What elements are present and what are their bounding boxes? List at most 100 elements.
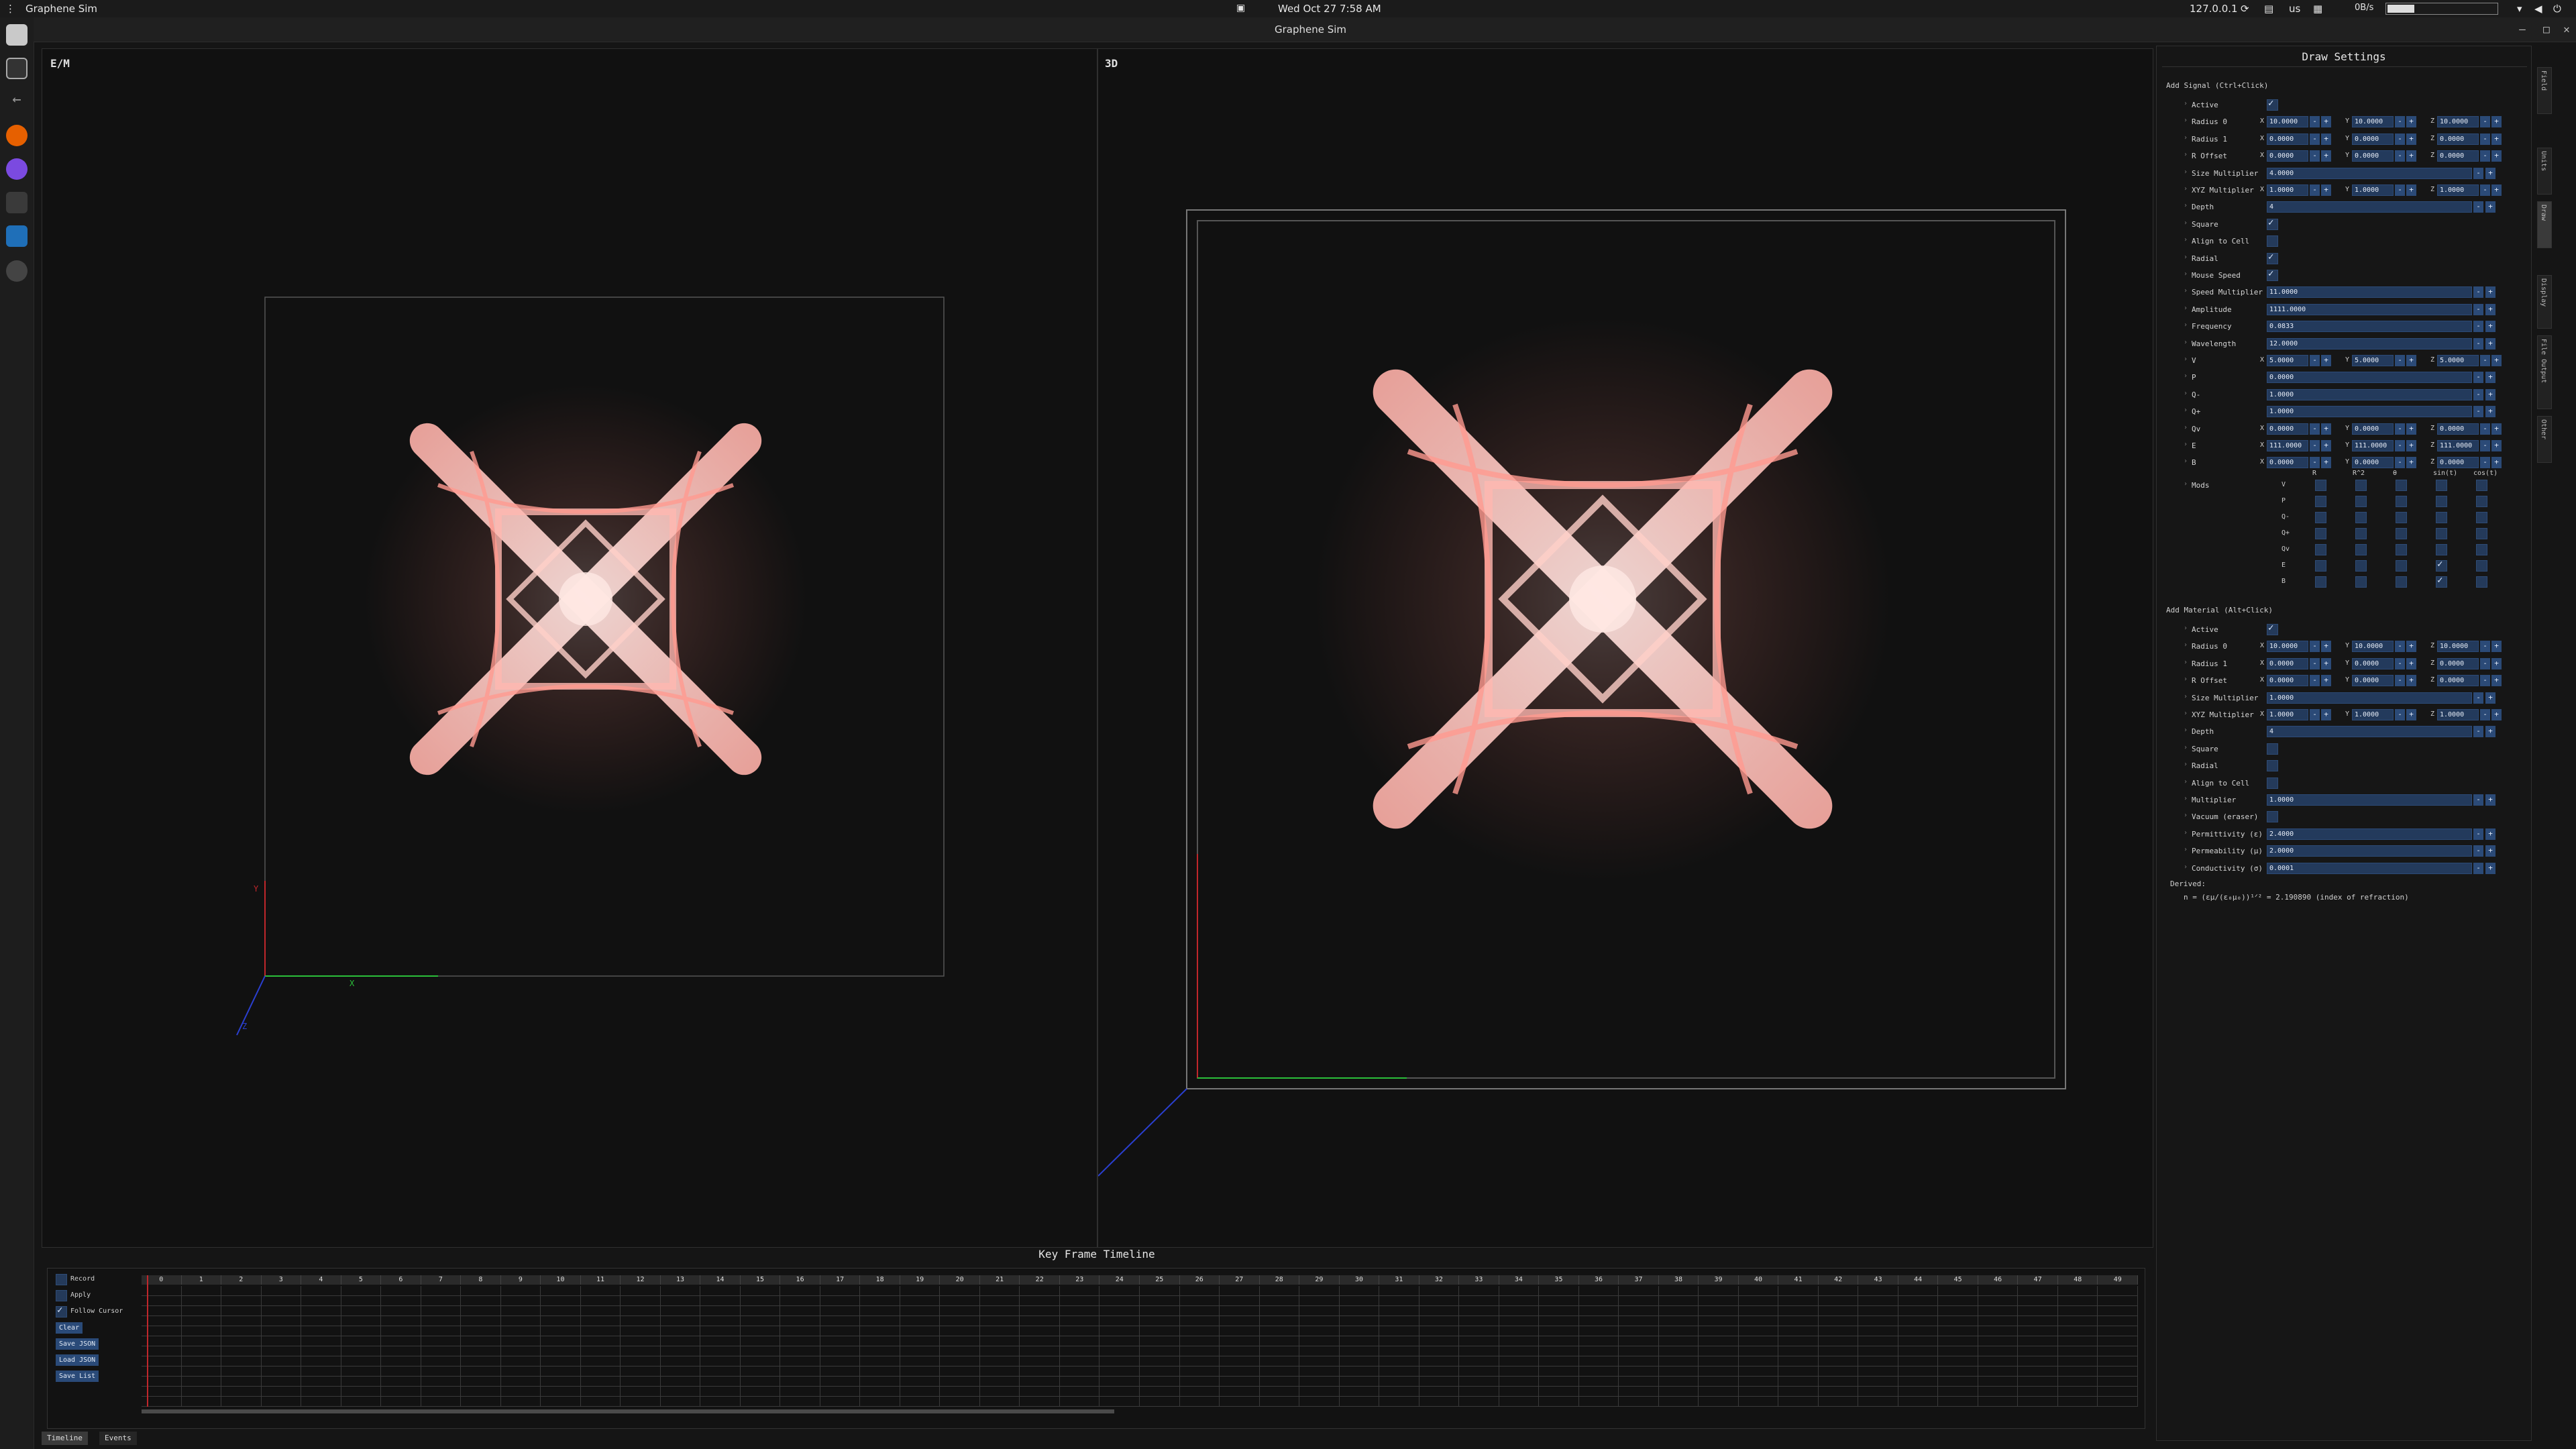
material-roffset-x-input[interactable]: 0.0000 [2267,675,2308,687]
mods-checkbox[interactable] [2436,479,2447,491]
signal-e-expand-icon[interactable]: › [2184,441,2188,448]
mods-checkbox[interactable] [2355,527,2367,539]
signal-roffset-x-increment-button[interactable]: + [2321,150,2331,162]
frame-number[interactable]: 6 [381,1275,421,1285]
signal-v-y-increment-button[interactable]: + [2406,355,2416,366]
material-conductivity-input[interactable]: 0.0001 [2267,862,2472,874]
3d-view[interactable]: 3D [1097,48,2153,1248]
signal-speed-multiplier-input[interactable]: 11.0000 [2267,286,2472,299]
signal-roffset-y-increment-button[interactable]: + [2406,150,2416,162]
material-depth-decrement-button[interactable]: - [2473,726,2483,738]
material-permittivity-decrement-button[interactable]: - [2473,828,2483,840]
frame-number[interactable]: 28 [1259,1275,1300,1285]
frame-column[interactable] [979,1286,1020,1407]
signal-frequency-input[interactable]: 0.0833 [2267,321,2472,333]
material-size-multiplier-input[interactable]: 1.0000 [2267,692,2472,704]
mods-checkbox[interactable] [2396,543,2407,555]
maximize-button[interactable]: □ [2540,23,2553,36]
frame-column[interactable] [1699,1286,1739,1407]
frame-number[interactable]: 29 [1299,1275,1340,1285]
material-size-multiplier-expand-icon[interactable]: › [2184,693,2188,700]
mods-checkbox[interactable] [2476,495,2487,507]
mods-checkbox[interactable] [2315,511,2326,523]
material-depth-expand-icon[interactable]: › [2184,727,2188,734]
timeline-frames[interactable]: 0 1 2 3 4 5 6 7 8 9 10 11 12 13 14 15 16 17 18 19 20 21 22 23 24… [142,1275,2138,1413]
material-xyz-multiplier-y-input[interactable]: 1.0000 [2352,709,2394,720]
frame-number[interactable]: 3 [261,1275,302,1285]
material-radius0-expand-icon[interactable]: › [2184,641,2188,649]
material-radial-expand-icon[interactable]: › [2184,761,2188,768]
material-radius1-z-decrement-button[interactable]: - [2480,657,2490,669]
tab-draw[interactable]: Draw [2537,201,2552,248]
graphene-sim-icon[interactable] [6,260,28,282]
material-radius0-z-decrement-button[interactable]: - [2480,641,2490,653]
frame-column[interactable] [1379,1286,1419,1407]
signal-q-plus-decrement-button[interactable]: - [2473,406,2483,418]
signal-xyz-multiplier-z-decrement-button[interactable]: - [2480,184,2490,196]
tab-events[interactable]: Events [99,1432,137,1445]
material-radius1-x-input[interactable]: 0.0000 [2267,657,2308,669]
frame-column[interactable] [1059,1286,1100,1407]
signal-b-z-input[interactable]: 0.0000 [2437,457,2479,469]
signal-mouse-speed-expand-icon[interactable]: › [2184,270,2188,278]
signal-b-y-input[interactable]: 0.0000 [2352,457,2394,469]
tab-display[interactable]: Display [2537,275,2552,329]
signal-radius0-x-input[interactable]: 10.0000 [2267,116,2308,128]
signal-wavelength-input[interactable]: 12.0000 [2267,337,2472,350]
signal-speed-multiplier-decrement-button[interactable]: - [2473,286,2483,299]
material-radius1-y-decrement-button[interactable]: - [2395,657,2405,669]
material-radius1-x-increment-button[interactable]: + [2321,657,2331,669]
frame-column[interactable] [181,1286,222,1407]
material-multiplier-input[interactable]: 1.0000 [2267,794,2472,806]
signal-radius1-expand-icon[interactable]: › [2184,134,2188,142]
frame-number[interactable]: 35 [1539,1275,1579,1285]
clipboard-icon[interactable]: ▦ [2313,3,2322,15]
signal-radius1-y-increment-button[interactable]: + [2406,133,2416,145]
signal-radius0-z-increment-button[interactable]: + [2491,116,2502,128]
material-square-expand-icon[interactable]: › [2184,744,2188,751]
mods-checkbox[interactable] [2436,559,2447,572]
save-json-button[interactable]: Save JSON [56,1338,99,1350]
power-icon[interactable]: ⏻ [2553,3,2561,15]
signal-roffset-y-input[interactable]: 0.0000 [2352,150,2394,162]
frame-number[interactable]: 37 [1619,1275,1659,1285]
tab-other[interactable]: Other [2537,416,2552,463]
mods-checkbox[interactable] [2355,543,2367,555]
frame-number[interactable]: 12 [621,1275,661,1285]
em-view[interactable]: E/M X Y Z [42,48,1097,1248]
mods-checkbox[interactable] [2396,527,2407,539]
mods-checkbox[interactable] [2476,559,2487,572]
frame-number[interactable]: 30 [1339,1275,1380,1285]
material-depth-input[interactable]: 4 [2267,726,2472,738]
frame-column[interactable] [1858,1286,1898,1407]
signal-xyz-multiplier-x-increment-button[interactable]: + [2321,184,2331,196]
frame-column[interactable] [700,1286,741,1407]
follow-cursor-checkbox[interactable] [56,1305,67,1318]
mods-checkbox[interactable] [2355,559,2367,572]
volume-icon[interactable]: ◀ [2534,3,2542,15]
mods-checkbox[interactable] [2355,495,2367,507]
mods-checkbox[interactable] [2355,576,2367,588]
material-align-to-cell-expand-icon[interactable]: › [2184,778,2188,786]
frame-number[interactable]: 14 [700,1275,741,1285]
signal-size-multiplier-expand-icon[interactable]: › [2184,168,2188,176]
signal-b-x-input[interactable]: 0.0000 [2267,457,2308,469]
material-permeability-increment-button[interactable]: + [2485,845,2496,857]
clock[interactable]: Wed Oct 27 7:58 AM [1278,3,1381,15]
signal-v-expand-icon[interactable]: › [2184,356,2188,363]
signal-amplitude-expand-icon[interactable]: › [2184,305,2188,312]
material-multiplier-decrement-button[interactable]: - [2473,794,2483,806]
signal-align-to-cell-checkbox[interactable] [2267,235,2278,248]
frame-number[interactable]: 25 [1140,1275,1180,1285]
signal-e-x-decrement-button[interactable]: - [2310,440,2320,451]
signal-b-z-decrement-button[interactable]: - [2480,457,2490,469]
frame-number[interactable]: 9 [500,1275,541,1285]
material-radius1-z-input[interactable]: 0.0000 [2437,657,2479,669]
frame-number[interactable]: 8 [461,1275,501,1285]
material-radius0-y-increment-button[interactable]: + [2406,641,2416,653]
timeline-scrollbar[interactable] [142,1409,1114,1413]
signal-e-y-increment-button[interactable]: + [2406,440,2416,451]
signal-b-x-increment-button[interactable]: + [2321,457,2331,469]
frame-number[interactable]: 47 [2018,1275,2058,1285]
mods-checkbox[interactable] [2436,543,2447,555]
